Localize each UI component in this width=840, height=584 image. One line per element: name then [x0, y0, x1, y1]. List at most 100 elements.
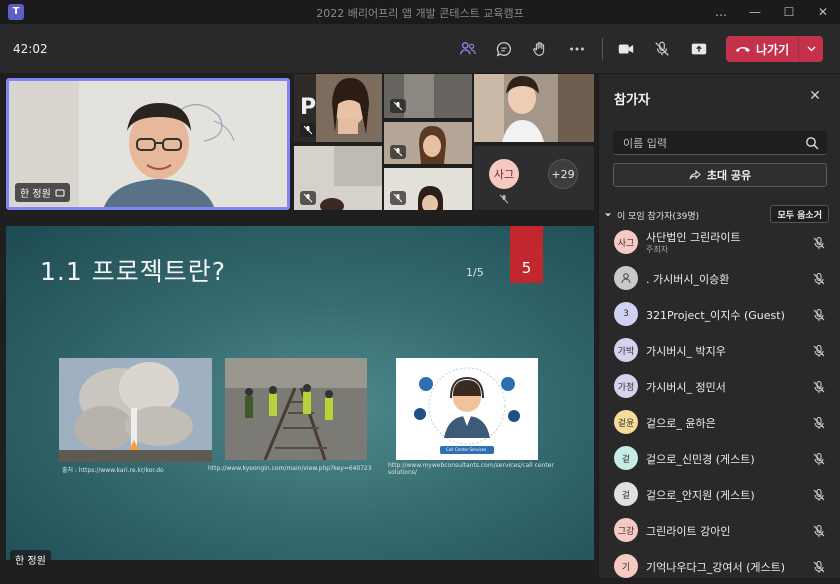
- video-stage: 한 정원 P 사그 +29 1.1 프로젝트란? 1/5 5 Call Cent…: [0, 74, 598, 578]
- search-icon[interactable]: [805, 136, 819, 150]
- participant-search[interactable]: [613, 131, 827, 155]
- slide-page-indicator: 1/5: [466, 266, 484, 279]
- participant-avatar: 겉: [614, 446, 638, 470]
- mic-off-icon[interactable]: [812, 487, 826, 501]
- chevron-down-icon[interactable]: [604, 211, 612, 219]
- participant-name: 겉으로_ 윤하은: [646, 417, 716, 430]
- muted-indicator-icon: [390, 145, 406, 159]
- participant-row[interactable]: 가정 가시버시_ 정민서: [599, 368, 839, 404]
- section-label: 이 모임 참가자(39명): [617, 211, 700, 222]
- title-bar: T 2022 배리어프리 앱 개발 콘테스트 교육캠프 … — ☐ ✕: [0, 0, 840, 24]
- speaker-name-tag: 한 정원: [15, 183, 70, 202]
- participant-name: 겉으로_신민경 (게스트): [646, 453, 755, 466]
- participant-row[interactable]: 겉 겉으로_신민경 (게스트): [599, 440, 839, 476]
- raise-hand-icon[interactable]: [529, 38, 551, 60]
- more-window-options-icon[interactable]: …: [704, 0, 738, 24]
- participant-video-tile[interactable]: [384, 122, 472, 164]
- speaker-video-tile[interactable]: 한 정원: [6, 78, 290, 210]
- slide-number: 5: [510, 226, 543, 283]
- muted-indicator-icon: [390, 99, 406, 113]
- leave-options-chevron-down-icon[interactable]: [799, 46, 823, 52]
- participant-name: 321Project_이지수 (Guest): [646, 309, 785, 322]
- overflow-count[interactable]: +29: [548, 159, 578, 189]
- participant-video-tile[interactable]: P: [294, 74, 382, 142]
- mic-off-icon[interactable]: [812, 523, 826, 537]
- participant-row[interactable]: . 가시버시_이승환: [599, 260, 839, 296]
- participant-row[interactable]: 사그 사단법인 그린라이트 주최자: [599, 224, 839, 260]
- participant-video-tile[interactable]: [384, 168, 472, 210]
- mic-off-icon[interactable]: [812, 235, 826, 249]
- image-caption: http://www.mywebconsultants.com/services…: [388, 462, 554, 476]
- hang-up-icon: [736, 47, 750, 52]
- mic-off-icon[interactable]: [812, 379, 826, 393]
- mic-off-icon[interactable]: [651, 38, 673, 60]
- search-input[interactable]: [623, 135, 803, 151]
- call-center-image: Call Center Services: [396, 358, 538, 460]
- people-icon[interactable]: [457, 38, 479, 60]
- overflow-tile[interactable]: 사그 +29: [474, 146, 594, 210]
- participant-row[interactable]: 가박 가시버시_ 박지우: [599, 332, 839, 368]
- maximize-button[interactable]: ☐: [772, 0, 806, 24]
- participant-row[interactable]: 3 321Project_이지수 (Guest): [599, 296, 839, 332]
- participant-row[interactable]: 그강 그린라이트 강아인: [599, 512, 839, 548]
- participant-name: 기억나우다그_강여서 (게스트): [646, 561, 786, 574]
- image-caption: 출처 : https://www.kari.re.kr/kor.do: [62, 467, 164, 474]
- meeting-timer: 42:02: [13, 42, 48, 56]
- close-icon[interactable]: ✕: [807, 88, 823, 104]
- leave-label: 나가기: [756, 42, 790, 57]
- camera-icon[interactable]: [615, 38, 637, 60]
- participant-avatar: 겉윤: [614, 410, 638, 434]
- meeting-toolbar: 42:02 나가기: [0, 24, 840, 74]
- mic-off-icon[interactable]: [812, 451, 826, 465]
- participant-name: 가시버시_ 정민서: [646, 381, 726, 394]
- participant-avatar: 기: [614, 554, 638, 578]
- minimize-button[interactable]: —: [738, 0, 772, 24]
- leave-button[interactable]: 나가기: [726, 36, 823, 62]
- screen-share-indicator-icon: [55, 189, 65, 196]
- participant-avatar: 그강: [614, 518, 638, 542]
- svg-text:P: P: [300, 95, 316, 120]
- participant-avatar: 가정: [614, 374, 638, 398]
- muted-indicator-icon: [390, 191, 406, 205]
- participant-avatar: 사그: [489, 159, 519, 189]
- toolbar-divider: [602, 38, 603, 60]
- slide-title: 1.1 프로젝트란?: [40, 257, 226, 286]
- panel-title: 참가자: [614, 93, 650, 108]
- participant-video-frame: [474, 74, 594, 142]
- participant-avatar: 사그: [614, 230, 638, 254]
- participant-name: 그린라이트 강아인: [646, 525, 731, 538]
- participant-video-tile[interactable]: [474, 74, 594, 142]
- mic-off-icon[interactable]: [812, 271, 826, 285]
- participant-row[interactable]: 기 기억나우다그_강여서 (게스트): [599, 548, 839, 584]
- participant-name: 가시버시_ 박지우: [646, 345, 726, 358]
- muted-indicator-icon: [300, 191, 316, 205]
- participant-avatar: 3: [614, 302, 638, 326]
- railway-workers-image: [225, 358, 367, 460]
- invite-share-button[interactable]: 초대 공유: [613, 163, 827, 187]
- speaker-name: 한 정원: [20, 189, 51, 200]
- mute-all-button[interactable]: 모두 음소거: [770, 205, 829, 223]
- mic-off-icon[interactable]: [812, 307, 826, 321]
- share-screen-icon[interactable]: [688, 38, 710, 60]
- participant-name: 사단법인 그린라이트: [646, 231, 741, 244]
- close-window-button[interactable]: ✕: [806, 0, 840, 24]
- image-caption: http://www.kyeongin.com/main/view.php?ke…: [208, 465, 372, 472]
- participant-avatar: [614, 266, 638, 290]
- participants-section-header[interactable]: 이 모임 참가자(39명) 모두 음소거: [604, 205, 829, 223]
- share-icon: [689, 169, 701, 180]
- mic-off-icon[interactable]: [812, 343, 826, 357]
- participant-name: . 가시버시_이승환: [646, 273, 730, 286]
- invite-label: 초대 공유: [706, 169, 752, 182]
- participant-avatar: 겉: [614, 482, 638, 506]
- mic-off-icon[interactable]: [812, 559, 826, 573]
- participant-row[interactable]: 겉 겉으로_안지원 (게스트): [599, 476, 839, 512]
- more-icon[interactable]: [566, 38, 588, 60]
- participant-row[interactable]: 겉윤 겉으로_ 윤하은: [599, 404, 839, 440]
- leave-main-button[interactable]: 나가기: [726, 36, 798, 62]
- participant-video-tile[interactable]: [294, 146, 382, 210]
- chat-icon[interactable]: [493, 38, 515, 60]
- participant-name: 겉으로_안지원 (게스트): [646, 489, 755, 502]
- participant-video-tile[interactable]: [384, 74, 472, 118]
- mic-off-icon[interactable]: [812, 415, 826, 429]
- participant-role: 주최자: [646, 245, 669, 254]
